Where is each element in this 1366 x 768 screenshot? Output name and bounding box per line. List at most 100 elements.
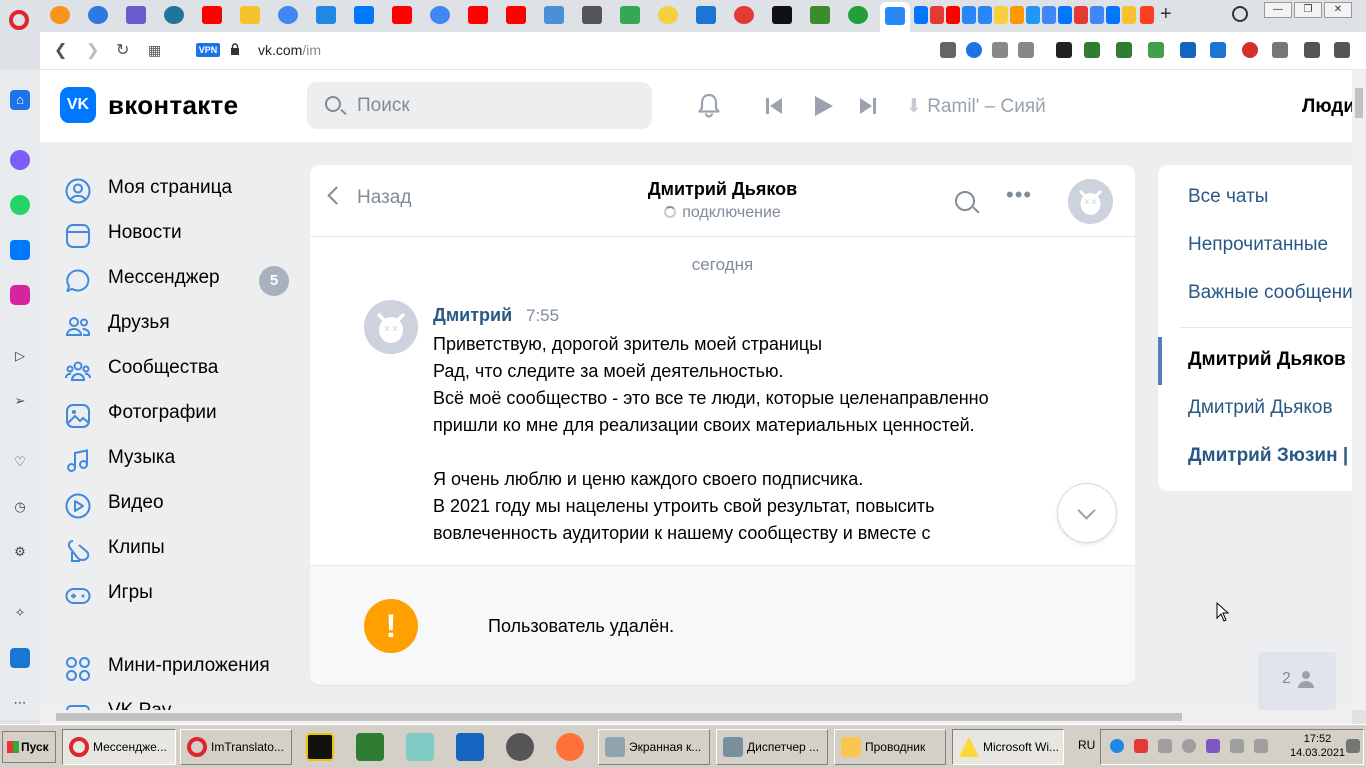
tab-google-icon[interactable] bbox=[278, 6, 298, 24]
tab-google-icon[interactable] bbox=[1090, 6, 1104, 24]
active-tab[interactable] bbox=[880, 2, 910, 32]
menu-item-vk-pay[interactable]: VK Pay bbox=[60, 693, 300, 710]
tab-grc-icon[interactable] bbox=[734, 6, 754, 24]
taskbar-window-warning[interactable]: Microsoft Wi... bbox=[952, 729, 1064, 765]
menu-item-messenger[interactable]: Мессенджер 5 bbox=[60, 260, 300, 305]
more-options-icon[interactable]: ••• bbox=[1006, 182, 1032, 208]
menu-item-clips[interactable]: Клипы bbox=[60, 530, 300, 575]
message-author-avatar[interactable]: x x bbox=[364, 300, 418, 354]
tab-shark-icon[interactable] bbox=[126, 6, 146, 24]
scroll-to-bottom-button[interactable] bbox=[1057, 483, 1117, 543]
menu-item-news[interactable]: Новости bbox=[60, 215, 300, 260]
message-author[interactable]: Дмитрий bbox=[433, 305, 512, 326]
tab-vk-icon[interactable] bbox=[914, 6, 928, 24]
notifications-bell-icon[interactable] bbox=[696, 92, 722, 118]
speed-dial-icon[interactable]: ▦ bbox=[148, 42, 161, 59]
tab-vk-icon[interactable] bbox=[1106, 6, 1120, 24]
folder-chat[interactable]: Дмитрий Дьяков bbox=[1188, 397, 1333, 419]
player-icon[interactable]: ▷ bbox=[10, 346, 30, 366]
message-history[interactable]: сегодня x x Дмитрий 7:55 Приветствую, до… bbox=[310, 238, 1135, 565]
tab-ex-icon[interactable] bbox=[810, 6, 830, 24]
quicklaunch-notepad-icon[interactable] bbox=[406, 733, 434, 761]
taskbar-window-imtranslator[interactable]: ImTranslato... bbox=[180, 729, 292, 765]
tab-pdf-icon[interactable] bbox=[930, 6, 944, 24]
tab-google-icon[interactable] bbox=[1042, 6, 1056, 24]
tab-mail-icon[interactable] bbox=[1122, 6, 1136, 24]
download-icon[interactable] bbox=[1304, 42, 1320, 58]
tab-target-icon[interactable] bbox=[88, 6, 108, 24]
vertical-scrollbar[interactable] bbox=[1352, 70, 1366, 710]
quicklaunch-firefox-icon[interactable] bbox=[556, 733, 584, 761]
back-arrow-icon[interactable]: ❮ bbox=[54, 40, 67, 60]
extension-translate-icon[interactable] bbox=[1084, 42, 1100, 58]
cube-icon[interactable] bbox=[1272, 42, 1288, 58]
taskbar-window-explorer[interactable]: Проводник bbox=[834, 729, 946, 765]
menu-item-music[interactable]: Музыка bbox=[60, 440, 300, 485]
menu-item-mini-apps[interactable]: Мини-приложения bbox=[60, 648, 300, 693]
quicklaunch-monitor-icon[interactable] bbox=[356, 733, 384, 761]
translate-icon[interactable] bbox=[10, 648, 30, 668]
vk-search-box[interactable] bbox=[307, 82, 652, 129]
tray-notification-icon[interactable] bbox=[1346, 739, 1360, 753]
tab-yandex-icon[interactable] bbox=[1140, 6, 1154, 24]
network-signal-icon[interactable] bbox=[1230, 739, 1244, 753]
taskbar-window-keyboard[interactable]: Экранная к... bbox=[598, 729, 710, 765]
lightbulb-icon[interactable]: ✧ bbox=[10, 603, 30, 623]
tab-drive-icon[interactable] bbox=[620, 6, 640, 24]
lock-icon[interactable] bbox=[230, 43, 240, 55]
send-icon[interactable]: ➢ bbox=[10, 391, 30, 411]
volume-icon[interactable] bbox=[1182, 739, 1196, 753]
tray-app-icon[interactable] bbox=[1110, 739, 1124, 753]
vk-logo-icon[interactable]: VK bbox=[60, 87, 96, 123]
online-people-button[interactable]: 2 bbox=[1258, 652, 1336, 710]
menu-item-communities[interactable]: Сообщества bbox=[60, 350, 300, 395]
whatsapp-icon[interactable] bbox=[10, 195, 30, 215]
tab-sun-icon[interactable] bbox=[1010, 6, 1024, 24]
player-track[interactable]: ⬇ Ramil' – Сияй bbox=[906, 95, 1046, 118]
folder-chat[interactable]: Дмитрий Зюзин | bbox=[1188, 445, 1348, 467]
vk-logo-text[interactable]: вконтакте bbox=[108, 90, 238, 121]
tab-swoosh-icon[interactable] bbox=[696, 6, 716, 24]
tab-google-icon[interactable] bbox=[430, 6, 450, 24]
tab-youtube-icon[interactable] bbox=[468, 6, 488, 24]
heart-icon[interactable] bbox=[1018, 42, 1034, 58]
tab-d-coin-icon[interactable] bbox=[658, 6, 678, 24]
taskbar-window-task-manager[interactable]: Диспетчер ... bbox=[716, 729, 828, 765]
tab-shield-icon[interactable] bbox=[240, 6, 260, 24]
vpn-badge[interactable]: VPN bbox=[196, 43, 220, 57]
star-icon[interactable] bbox=[1148, 42, 1164, 58]
scroll-thumb[interactable] bbox=[56, 713, 1182, 721]
tab-d-coin-icon[interactable] bbox=[994, 6, 1008, 24]
tab-runner-icon[interactable] bbox=[316, 6, 336, 24]
scroll-thumb[interactable] bbox=[1355, 88, 1363, 118]
url-field[interactable]: vk.com/im bbox=[258, 42, 321, 58]
close-button[interactable]: ✕ bbox=[1324, 2, 1352, 18]
tab-youtube-icon[interactable] bbox=[202, 6, 222, 24]
tab-vk-icon[interactable] bbox=[1058, 6, 1072, 24]
reload-icon[interactable]: ↻ bbox=[116, 40, 129, 60]
previous-track-icon[interactable] bbox=[764, 96, 784, 116]
menu-item-video[interactable]: Видео bbox=[60, 485, 300, 530]
taskbar-window-opera[interactable]: Мессендже... bbox=[62, 729, 176, 765]
more-icon[interactable]: ⋯ bbox=[10, 693, 30, 713]
clock[interactable]: 17:52 14.03.2021 bbox=[1290, 732, 1345, 760]
menu-item-my-page[interactable]: Моя страница bbox=[60, 170, 300, 215]
instagram-icon[interactable] bbox=[10, 285, 30, 305]
forward-arrow-icon[interactable]: ❯ bbox=[86, 40, 99, 60]
tab-r-icon[interactable] bbox=[772, 6, 792, 24]
new-tab-button[interactable]: + bbox=[1160, 3, 1172, 26]
tab-bitcoin-icon[interactable] bbox=[50, 6, 70, 24]
play-icon[interactable] bbox=[812, 95, 834, 117]
tab-blue-icon[interactable] bbox=[1026, 6, 1040, 24]
tab-youtube-icon[interactable] bbox=[392, 6, 412, 24]
tab-vk-icon[interactable] bbox=[354, 6, 374, 24]
easy-setup-icon[interactable] bbox=[1334, 42, 1350, 58]
heart-icon[interactable]: ♡ bbox=[10, 452, 30, 472]
tray-device-icon[interactable] bbox=[1158, 739, 1172, 753]
minimize-button[interactable]: — bbox=[1264, 2, 1292, 18]
tray-pen-icon[interactable] bbox=[1206, 739, 1220, 753]
settings-gear-icon[interactable]: ⚙ bbox=[10, 542, 30, 562]
vk-search-input[interactable] bbox=[357, 92, 637, 119]
menu-item-friends[interactable]: Друзья bbox=[60, 305, 300, 350]
tab-sber-icon[interactable] bbox=[848, 6, 868, 24]
